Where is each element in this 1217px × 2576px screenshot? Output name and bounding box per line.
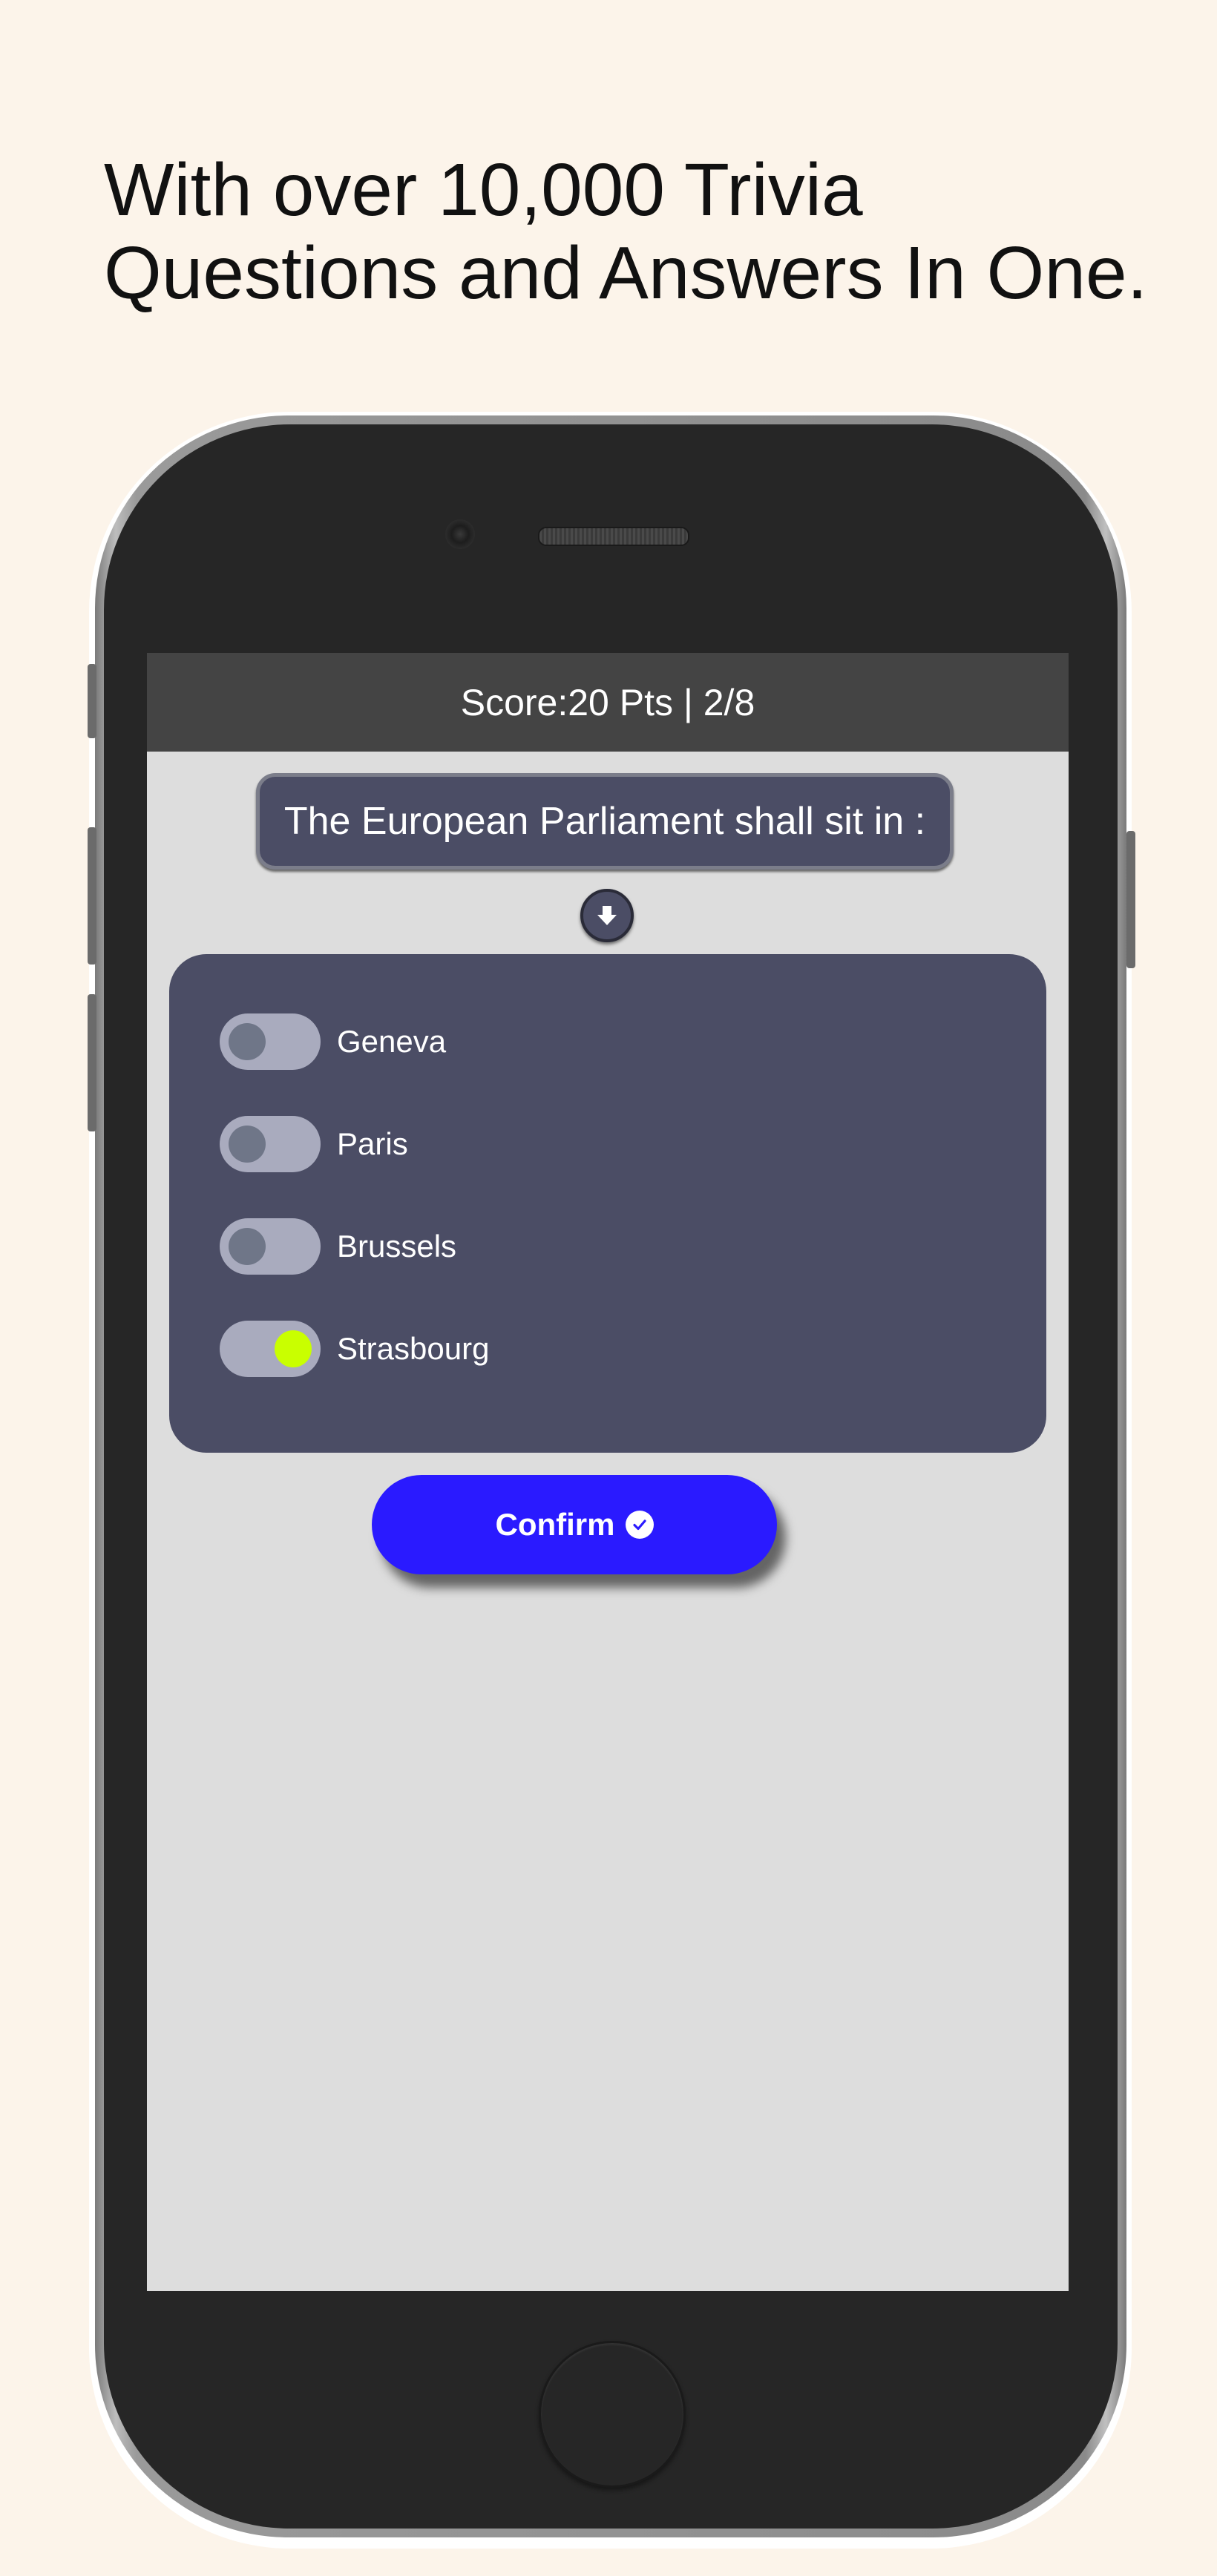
phone-power-button	[1126, 831, 1135, 968]
toggle-knob	[229, 1023, 266, 1060]
toggle-knob	[275, 1330, 312, 1367]
phone-volume-up	[88, 827, 96, 965]
option-toggle[interactable]	[220, 1013, 321, 1070]
confirm-label: Confirm	[495, 1507, 615, 1542]
toggle-knob	[229, 1126, 266, 1163]
option-strasbourg[interactable]: Strasbourg	[220, 1319, 489, 1379]
option-label: Paris	[337, 1126, 408, 1161]
option-label: Geneva	[337, 1024, 447, 1059]
option-paris[interactable]: Paris	[220, 1114, 408, 1174]
app-screen: Score:20 Pts | 2/8 The European Parliame…	[147, 653, 1069, 2291]
phone-volume-down	[88, 994, 96, 1131]
arrow-down-icon	[597, 906, 617, 925]
option-toggle[interactable]	[220, 1218, 321, 1275]
option-geneva[interactable]: Geneva	[220, 1012, 446, 1071]
scroll-down-button[interactable]	[580, 889, 634, 942]
question-box: The European Parliament shall sit in :	[256, 773, 954, 870]
option-toggle[interactable]	[220, 1116, 321, 1172]
confirm-button[interactable]: Confirm	[372, 1475, 777, 1574]
toggle-knob	[229, 1228, 266, 1265]
promo-headline: With over 10,000 Trivia Questions and An…	[104, 148, 1187, 315]
option-brussels[interactable]: Brussels	[220, 1217, 456, 1276]
check-circle-icon	[625, 1511, 654, 1539]
front-camera	[445, 519, 475, 549]
answer-options-panel: Geneva Paris Brussels Strasbourg	[169, 954, 1046, 1453]
option-label: Strasbourg	[337, 1331, 490, 1366]
home-button	[539, 2341, 686, 2488]
promo-headline-line-2: Questions and Answers In One.	[104, 231, 1148, 315]
option-toggle[interactable]	[220, 1321, 321, 1377]
promo-headline-line-1: With over 10,000 Trivia	[104, 148, 863, 231]
score-bar: Score:20 Pts | 2/8	[147, 653, 1069, 752]
earpiece-speaker	[538, 527, 689, 546]
score-text: Score:20 Pts | 2/8	[460, 681, 755, 723]
question-text: The European Parliament shall sit in :	[283, 800, 926, 843]
phone-mute-switch	[88, 664, 96, 738]
option-label: Brussels	[337, 1229, 457, 1264]
